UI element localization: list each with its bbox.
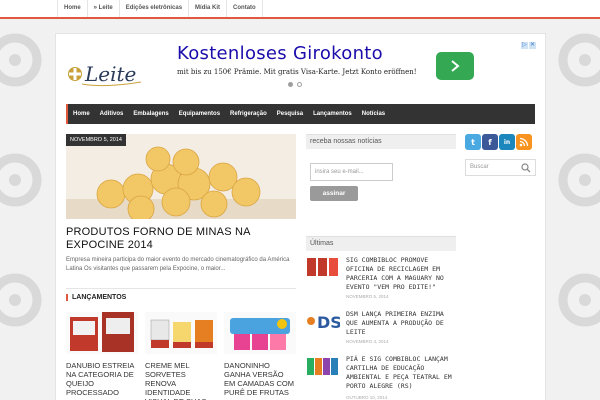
launch-image-danoninho bbox=[224, 312, 296, 354]
ad-banner[interactable]: Kostenloses Girokonto mit bis zu 150€ Pr… bbox=[174, 41, 544, 96]
newsletter-heading-bar: receba nossas notícias bbox=[306, 134, 456, 149]
search-icon[interactable] bbox=[521, 163, 531, 173]
featured-article-image[interactable]: NOVEMBRO 5, 2014 bbox=[66, 134, 296, 219]
ad-title[interactable]: Kostenloses Girokonto bbox=[177, 43, 383, 64]
latest-thumb-dsm: DS bbox=[306, 310, 340, 332]
latest-title[interactable]: PIÁ E SIG COMBIBLOC LANÇAM CARTILHA DE E… bbox=[346, 355, 458, 391]
launch-item[interactable]: DANUBIO ESTREIA NA CATEGORIA DE QUEIJO P… bbox=[66, 312, 138, 397]
launches-heading: LANÇAMENTOS bbox=[66, 294, 126, 301]
latest-heading-bar: Últimas bbox=[306, 236, 456, 251]
nav-equipamentos[interactable]: Equipamentos bbox=[174, 104, 225, 124]
latest-date: OUTUBRO 10, 2014 bbox=[346, 395, 388, 400]
topnav-midia-kit[interactable]: Mídia Kit bbox=[189, 0, 228, 17]
ad-choices[interactable]: ▷ ✕ bbox=[521, 42, 536, 49]
linkedin-icon[interactable]: in bbox=[499, 134, 515, 150]
featured-date: NOVEMBRO 5, 2014 bbox=[66, 134, 126, 146]
launch-item[interactable]: CREME MEL SORVETES RENOVA IDENTIDADE VIS… bbox=[145, 312, 217, 400]
topnav-edicoes[interactable]: Edições eletrônicas bbox=[120, 0, 190, 17]
search-placeholder: Buscar bbox=[470, 164, 489, 170]
launch-title[interactable]: CREME MEL SORVETES RENOVA IDENTIDADE VIS… bbox=[145, 361, 217, 400]
site-logo[interactable]: Leite bbox=[65, 54, 145, 90]
cheese-bread-image bbox=[66, 134, 296, 219]
twitter-icon[interactable]: t bbox=[465, 134, 481, 150]
nav-refrigeracao[interactable]: Refrigeração bbox=[225, 104, 272, 124]
topnav-contato[interactable]: Contato bbox=[227, 0, 263, 17]
svg-text:DS: DS bbox=[317, 313, 340, 332]
nav-embalagens[interactable]: Embalagens bbox=[128, 104, 173, 124]
nav-aditivos[interactable]: Aditivos bbox=[95, 104, 129, 124]
svg-text:Leite: Leite bbox=[84, 62, 136, 86]
facebook-icon[interactable]: f bbox=[482, 134, 498, 150]
newsletter-heading: receba nossas notícias bbox=[310, 138, 382, 145]
latest-date: NOVEMBRO 5, 2014 bbox=[346, 294, 389, 299]
chevron-right-icon bbox=[451, 60, 460, 72]
launch-title[interactable]: DANONINHO GANHA VERSÃO EM CAMADAS COM PU… bbox=[224, 361, 296, 397]
search-input[interactable]: Buscar bbox=[465, 159, 536, 176]
rss-glyph bbox=[519, 137, 529, 147]
page-container: Leite Kostenloses Girokonto mit bis zu 1… bbox=[55, 33, 546, 400]
latest-date: NOVEMBRO 4, 2014 bbox=[346, 339, 389, 344]
latest-thumb-pia bbox=[306, 355, 340, 377]
latest-title[interactable]: DSM LANÇA PRIMEIRA ENZIMA QUE AUMENTA A … bbox=[346, 310, 458, 337]
topnav-leite[interactable]: » Leite bbox=[88, 0, 120, 17]
featured-title[interactable]: PRODUTOS FORNO DE MINAS NA EXPOCINE 2014 bbox=[66, 226, 296, 252]
launch-item[interactable]: DANONINHO GANHA VERSÃO EM CAMADAS COM PU… bbox=[224, 312, 296, 397]
launch-image-danubio bbox=[66, 312, 138, 354]
main-navigation: Home Aditivos Embalagens Equipamentos Re… bbox=[66, 104, 535, 124]
launch-image-creme-mel bbox=[145, 312, 217, 354]
launches-heading-bar: LANÇAMENTOS bbox=[66, 288, 296, 306]
nav-pesquisa[interactable]: Pesquisa bbox=[272, 104, 308, 124]
rss-icon[interactable] bbox=[516, 134, 532, 150]
ad-pagination bbox=[288, 82, 302, 87]
ad-dot[interactable] bbox=[297, 82, 302, 87]
nav-noticias[interactable]: Notícias bbox=[357, 104, 390, 124]
topnav-home[interactable]: Home bbox=[57, 0, 88, 17]
ad-text: mit bis zu 150€ Prämie. Mit gratis Visa-… bbox=[177, 68, 417, 76]
top-navigation: Home » Leite Edições eletrônicas Mídia K… bbox=[0, 0, 600, 19]
email-input[interactable]: insira seu e-mail... bbox=[310, 163, 393, 181]
featured-excerpt: Empresa mineira participa do maior event… bbox=[66, 257, 290, 272]
ad-info-icon[interactable]: ▷ bbox=[521, 42, 528, 49]
ad-close-icon[interactable]: ✕ bbox=[529, 42, 536, 49]
subscribe-button[interactable]: assinar bbox=[310, 186, 358, 201]
nav-home[interactable]: Home bbox=[66, 104, 95, 124]
social-links: t f in bbox=[465, 134, 532, 150]
latest-heading: Últimas bbox=[310, 240, 334, 247]
ad-dot-active[interactable] bbox=[288, 82, 293, 87]
ad-open-button[interactable] bbox=[436, 52, 474, 80]
latest-thumb-sig bbox=[306, 256, 340, 278]
launch-title[interactable]: DANUBIO ESTREIA NA CATEGORIA DE QUEIJO P… bbox=[66, 361, 138, 397]
latest-title[interactable]: SIG COMBIBLOC PROMOVE OFICINA DE RECICLA… bbox=[346, 256, 458, 292]
nav-lancamentos[interactable]: Lançamentos bbox=[308, 104, 357, 124]
